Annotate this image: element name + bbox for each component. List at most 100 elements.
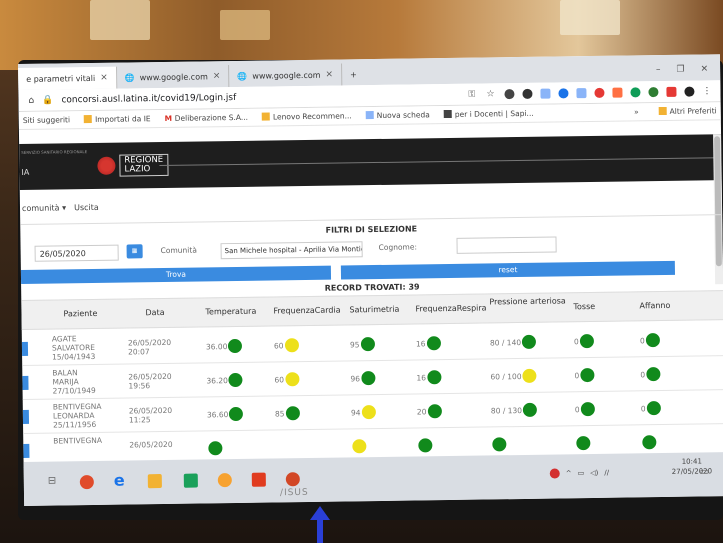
yellow-status-dot-icon [284,372,300,387]
lock-icon[interactable]: 🔒 [42,95,53,105]
vital-cell-cough: 0 [573,333,594,349]
extension-icons: ⚿ ☆ ⋮ [468,86,720,99]
bookmarks-more[interactable]: » [634,107,645,116]
reset-button[interactable]: reset [340,260,676,280]
notifications-icon[interactable]: ▭ [700,466,714,480]
bookmark-label: Nuova scheda [376,110,430,120]
extension-icon[interactable] [630,86,641,97]
row-select-button[interactable] [22,375,29,390]
minimize-icon[interactable]: – [656,65,661,75]
row-select-button[interactable] [21,341,29,356]
bookmark-item[interactable]: M Deliberazione S.A... [165,113,248,123]
comunita-select[interactable]: San Michele hospital - Aprilia Via Monti… [220,241,363,260]
nav-uscita[interactable]: Uscita [74,202,99,211]
header-small-text: SERVIZIO SANITARIO REGIONALE [21,149,88,155]
nav-comunita-menu[interactable]: comunità ▾ [22,203,66,213]
vital-value: 85 [274,408,285,418]
extension-icon[interactable] [666,86,677,97]
monitor-brand-logo: /ISUS [279,487,309,499]
vital-cell-rr: 20 [417,404,442,419]
bookmark-item[interactable]: per i Docenti | Sapi... [443,109,534,119]
row-select-button[interactable] [23,443,30,458]
profile-avatar[interactable] [684,86,695,97]
extension-icon[interactable] [504,88,515,99]
tab-google-2[interactable]: 🌐 www.google.com × [229,63,343,88]
app-icon[interactable] [217,473,232,488]
task-view-icon[interactable]: ⊟ [48,475,62,489]
new-tab-button[interactable]: + [342,63,365,85]
record-date: 26/05/2020 [129,440,179,450]
menu-icon[interactable]: ⋮ [702,86,712,96]
bookmark-item[interactable]: Importati da IE [83,114,151,124]
vital-value: 16 [415,338,426,348]
vital-cell-sat [351,439,367,454]
office-icon[interactable] [251,472,266,487]
extension-icon[interactable] [558,87,569,98]
patient-name: AGATE SALVATORE 15/04/1943 [52,334,112,362]
vital-cell-hr: 85 [274,406,300,421]
record-date-line: 26/05/2020 [127,337,172,348]
vital-cell-bp: 80 / 140 [490,334,537,350]
tab-parametri-vitali[interactable]: e parametri vitali × [18,66,117,90]
folder-icon [83,114,93,124]
vital-value: 60 / 100 [490,371,522,381]
vital-cell-hr: 60 [274,338,299,353]
bookmark-item[interactable]: Lenovo Recommen... [261,111,352,121]
store-icon[interactable] [183,473,198,488]
star-icon[interactable]: ☆ [486,89,496,99]
close-icon[interactable]: × [325,70,333,80]
bookmark-other[interactable]: Altri Preferiti [658,106,721,116]
wall-decor [220,10,270,40]
bookmark-item[interactable]: Nuova scheda [365,110,430,120]
green-status-dot-icon [427,404,442,419]
url-field[interactable]: concorsi.ausl.latina.it/covid19/Login.js… [61,92,236,104]
date-input[interactable]: 26/05/2020 [34,244,119,262]
maximize-icon[interactable]: ❐ [676,65,684,75]
vital-value: 0 [640,403,646,413]
close-window-icon[interactable]: ✕ [701,64,709,74]
volume-icon[interactable]: ◁) [590,469,598,477]
extension-icon[interactable] [594,87,605,98]
extension-icon[interactable] [522,88,533,99]
network-icon[interactable]: ▭ [578,469,585,477]
green-status-dot-icon [646,401,661,416]
patient-name-line: 15/04/1943 [52,351,96,362]
vital-value: 36.00 [205,341,228,351]
system-tray: ^ ▭ ◁) ∕∕ [549,468,609,479]
calendar-button[interactable]: ▦ [126,244,143,259]
file-explorer-icon[interactable] [147,474,162,489]
chrome-icon[interactable] [79,474,94,490]
page-icon [365,111,374,120]
vital-cell-dysp: 0 [640,333,660,348]
vital-value: 0 [640,369,646,379]
bookmark-item[interactable]: Siti suggeriti [23,115,70,125]
green-status-dot-icon [521,334,537,349]
vital-cell-bp: 60 / 100 [490,368,537,384]
cognome-input[interactable] [456,236,557,254]
green-status-dot-icon [579,333,594,349]
home-icon[interactable]: ⌂ [28,95,34,105]
extension-icon[interactable] [576,87,587,98]
extension-icon[interactable] [540,88,551,99]
patient-name-line: 25/11/1956 [52,419,97,430]
site-icon [443,109,452,119]
trova-button[interactable]: Trova [20,265,332,284]
clock-time: 10:41 [681,457,702,466]
close-icon[interactable]: × [100,73,108,83]
vital-cell-dysp: 0 [640,401,661,416]
close-icon[interactable]: × [213,71,221,81]
chevron-up-icon[interactable]: ^ [566,469,572,477]
key-icon[interactable]: ⚿ [468,89,478,99]
vital-value: 0 [573,336,579,346]
row-select-button[interactable] [22,409,30,424]
record-date-line: 11:25 [128,415,151,425]
powerpoint-icon[interactable] [285,472,300,487]
extension-icon[interactable] [612,87,623,98]
patient-name: BENTIVEGNA LEONARDA 25/11/1956 [53,402,113,430]
extension-icon[interactable] [648,86,659,97]
edge-icon[interactable]: e [114,471,128,490]
main-nav: comunità ▾ Uscita [20,188,722,218]
tab-google-1[interactable]: 🌐 www.google.com × [116,65,230,89]
record-icon[interactable] [549,468,560,479]
pen-icon[interactable]: ∕∕ [604,469,609,477]
